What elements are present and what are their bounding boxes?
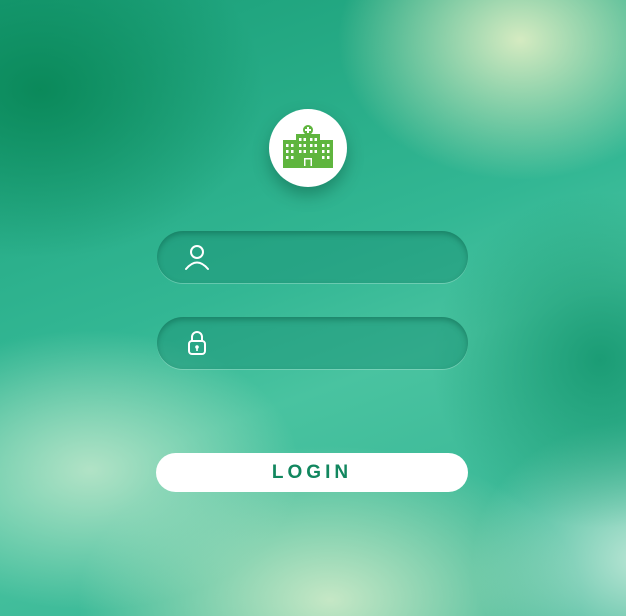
username-field[interactable] — [157, 231, 468, 283]
password-field[interactable] — [157, 317, 468, 369]
username-input[interactable] — [229, 241, 453, 275]
logo-badge — [269, 109, 347, 187]
login-button[interactable]: LOGIN — [156, 453, 468, 492]
user-icon — [185, 245, 209, 270]
password-input[interactable] — [229, 327, 453, 361]
lock-icon — [188, 331, 206, 355]
hospital-building-icon — [283, 125, 333, 168]
